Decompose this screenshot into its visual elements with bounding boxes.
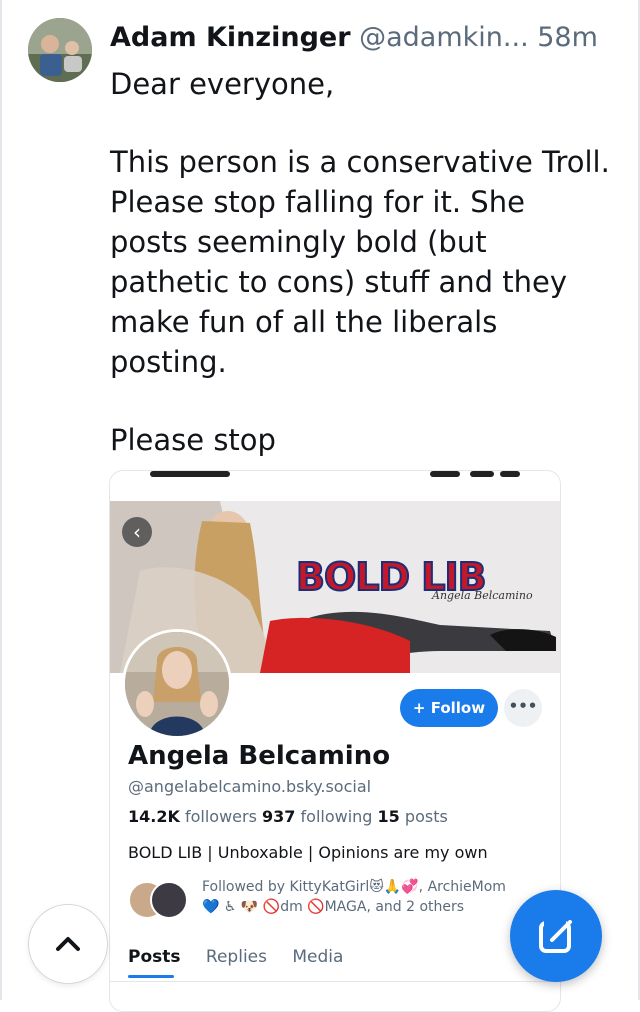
author-avatar[interactable]: [28, 18, 92, 82]
followed-by-line: Followed by KittyKatGirl😻🙏💞, ArchieMom: [202, 879, 506, 895]
frame-border-left: [0, 0, 2, 1000]
profile-handle: @angelabelcamino.bsky.social: [128, 777, 372, 796]
tabs-divider: [110, 981, 560, 982]
post-text-line: Dear everyone,: [110, 67, 335, 101]
profile-avatar[interactable]: [122, 629, 232, 739]
scroll-to-top-button[interactable]: [28, 904, 108, 984]
followed-by-line: 💙 ♿ 🐶 🚫dm 🚫MAGA, and 2 others: [202, 899, 465, 915]
post-text-line: Please stop: [110, 423, 276, 457]
post-text-paragraph: This person is a conservative Troll. Ple…: [110, 145, 610, 379]
back-button[interactable]: ‹: [122, 517, 152, 547]
followers-label: followers: [184, 807, 257, 826]
author-handle[interactable]: @adamkin...: [359, 22, 529, 53]
followers-stat[interactable]: 14.2K followers: [128, 807, 257, 826]
followed-by-text[interactable]: Followed by KittyKatGirl😻🙏💞, ArchieMom 💙…: [202, 877, 506, 917]
embedded-status-bar: [110, 471, 560, 501]
follower-avatar: [150, 881, 188, 919]
profile-display-name: Angela Belcamino: [128, 741, 391, 771]
compose-button[interactable]: [510, 890, 602, 982]
posts-label: posts: [404, 807, 448, 826]
post-timestamp[interactable]: 58m: [537, 22, 598, 53]
tab-posts[interactable]: Posts: [128, 947, 181, 967]
posts-count: 15: [377, 807, 400, 826]
compose-icon: [539, 920, 572, 953]
following-stat[interactable]: 937 following: [262, 807, 372, 826]
active-tab-indicator: [128, 975, 174, 978]
posts-stat: 15 posts: [378, 807, 448, 826]
banner-signature: Angela Belcamino: [432, 589, 533, 602]
profile-bio: BOLD LIB | Unboxable | Opinions are my o…: [128, 843, 488, 862]
followed-by-avatars: [128, 881, 192, 919]
more-options-button[interactable]: •••: [504, 689, 542, 727]
following-label: following: [300, 807, 373, 826]
tab-media[interactable]: Media: [292, 947, 343, 967]
embedded-image[interactable]: ‹ BOLD LIB Angela Belcamino + Follow •••…: [109, 470, 561, 1012]
followers-count: 14.2K: [128, 807, 180, 826]
post-text: Dear everyone, This person is a conserva…: [110, 64, 610, 460]
tab-replies[interactable]: Replies: [206, 947, 267, 967]
profile-tabs: Posts Replies Media: [128, 947, 363, 967]
author-name[interactable]: Adam Kinzinger: [110, 22, 351, 53]
chevron-up-icon: [56, 937, 80, 951]
profile-stats: 14.2K followers 937 following 15 posts: [128, 807, 448, 826]
post-header: Adam Kinzinger @adamkin... 58m: [110, 20, 630, 56]
following-count: 937: [262, 807, 296, 826]
follow-button[interactable]: + Follow: [400, 689, 498, 727]
